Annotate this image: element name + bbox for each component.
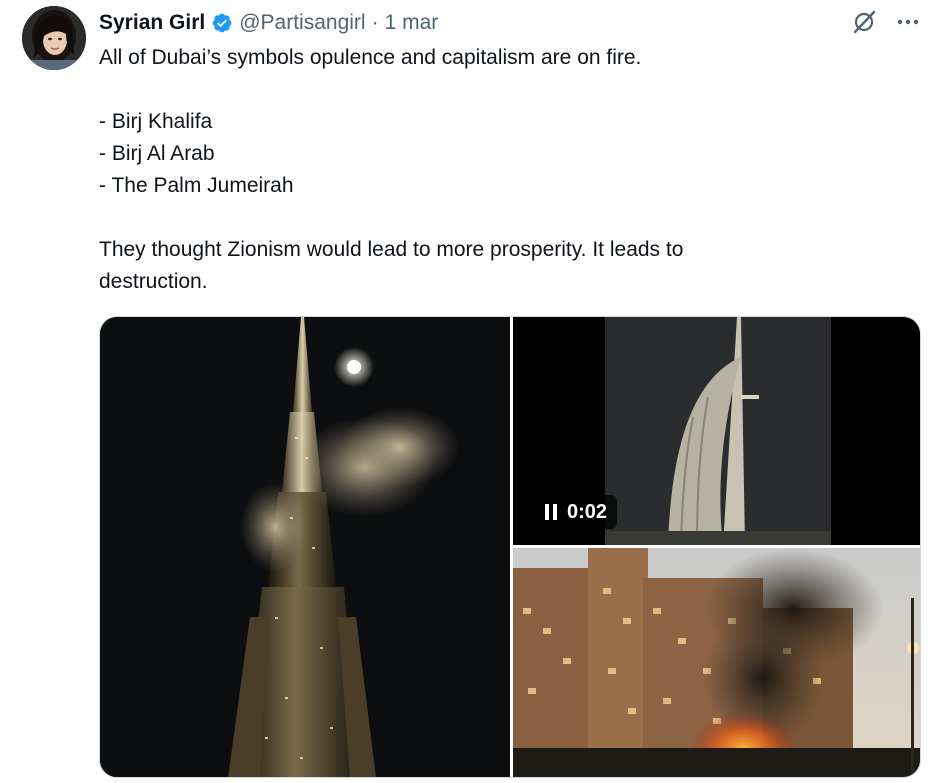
media-photo-tower[interactable] <box>100 317 510 777</box>
avatar-image <box>22 6 86 70</box>
tweet-header: Syrian Girl @Partisangirl · 1 mar <box>99 8 438 38</box>
author-display-name[interactable]: Syrian Girl <box>99 11 205 35</box>
pause-icon[interactable] <box>545 504 557 520</box>
tweet-date[interactable]: 1 mar <box>385 11 439 35</box>
header-actions <box>850 8 922 36</box>
media-photo-building-fire[interactable] <box>513 548 920 777</box>
more-dots-icon[interactable] <box>894 8 922 36</box>
separator-dot: · <box>371 11 379 34</box>
avatar[interactable] <box>22 6 86 70</box>
media-video-sail-hotel[interactable]: 0:02 <box>513 317 920 545</box>
grok-icon[interactable] <box>850 8 878 36</box>
tweet-text: All of Dubai’s symbols opulence and capi… <box>99 46 684 293</box>
video-duration: 0:02 <box>567 500 608 523</box>
author-handle[interactable]: @Partisangirl <box>239 11 365 35</box>
verified-badge-icon <box>211 12 233 34</box>
video-playback-badge[interactable]: 0:02 <box>535 495 618 529</box>
media-grid: 0:02 <box>99 316 921 778</box>
